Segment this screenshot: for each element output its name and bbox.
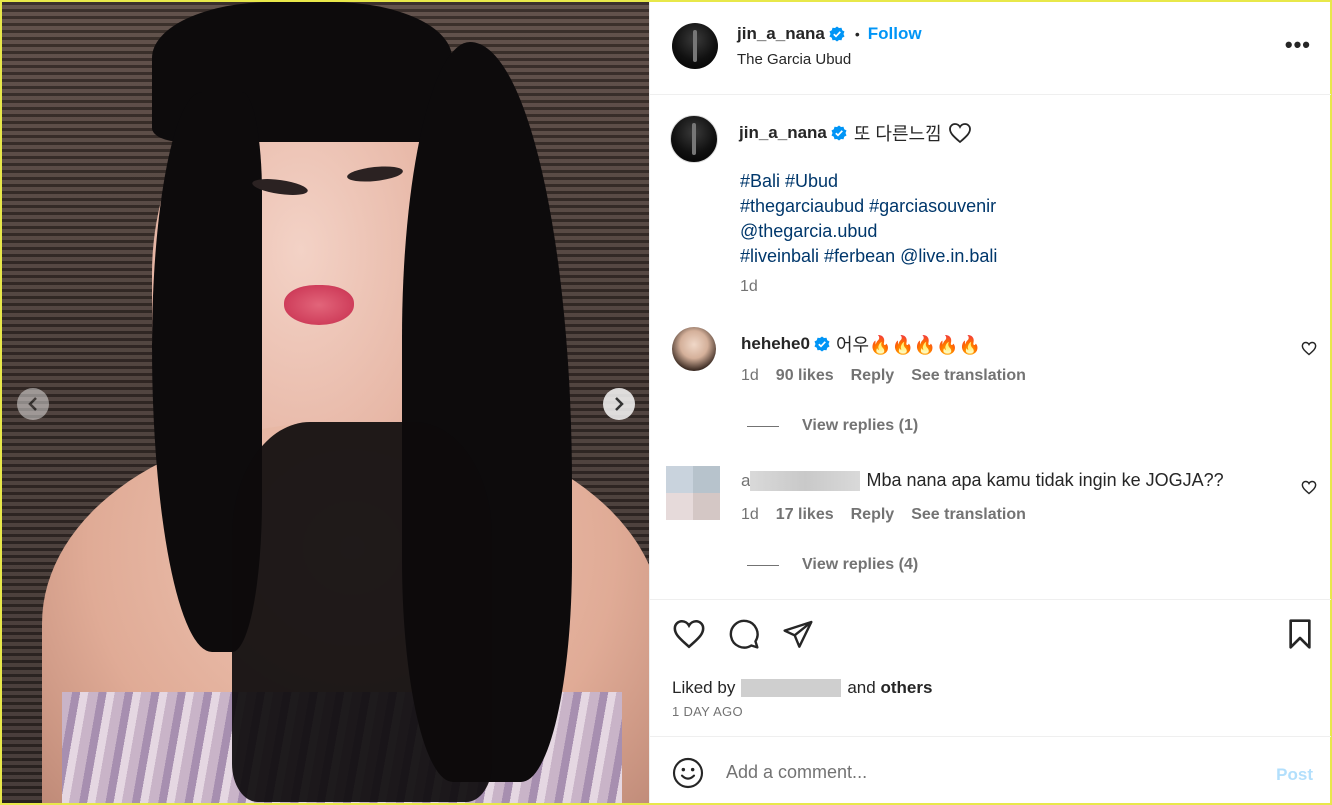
reply-button[interactable]: Reply xyxy=(851,367,895,385)
caption-line: jin_a_nana 또 다른느낌 xyxy=(739,120,972,146)
commenter-avatar[interactable] xyxy=(672,327,716,371)
view-replies-label: View replies (4) xyxy=(802,556,919,573)
chevron-right-icon[interactable] xyxy=(603,388,635,420)
see-translation-button[interactable]: See translation xyxy=(911,367,1026,385)
comment-likes[interactable]: 17 likes xyxy=(776,506,834,524)
comment-text: 어우🔥🔥🔥🔥🔥 xyxy=(835,335,982,355)
reply-button[interactable]: Reply xyxy=(851,506,895,524)
hashtag-line[interactable]: #Bali #Ubud xyxy=(740,169,997,194)
commenter-username[interactable]: a xyxy=(741,471,750,491)
post-photo[interactable] xyxy=(2,2,649,803)
caption-text: 또 다른느낌 xyxy=(853,124,942,144)
separator-dot: • xyxy=(854,26,860,42)
action-bar xyxy=(650,599,1331,669)
hashtag-line[interactable]: #thegarciaubud #garciasouvenir xyxy=(740,194,997,219)
bookmark-icon[interactable] xyxy=(1286,618,1314,650)
author-avatar[interactable] xyxy=(672,23,718,69)
comment-text-line: a Mba nana apa kamu tidak ingin ke JOGJA… xyxy=(741,470,1224,491)
more-options-icon[interactable]: ••• xyxy=(1285,32,1311,58)
photo-lips xyxy=(284,285,354,325)
post-timestamp[interactable]: 1 DAY AGO xyxy=(672,704,743,719)
view-replies-button[interactable]: View replies (1) xyxy=(747,417,918,435)
caption-author-username[interactable]: jin_a_nana xyxy=(739,123,827,143)
comment-bubble-icon[interactable] xyxy=(728,618,760,650)
heart-icon[interactable] xyxy=(1301,341,1317,356)
view-replies-button[interactable]: View replies (4) xyxy=(747,556,918,574)
follow-button[interactable]: Follow xyxy=(868,24,922,44)
paper-plane-icon[interactable] xyxy=(782,618,814,650)
author-username[interactable]: jin_a_nana xyxy=(737,24,825,44)
chevron-left-icon[interactable] xyxy=(17,388,49,420)
post-location[interactable]: The Garcia Ubud xyxy=(737,51,851,68)
commenter-username[interactable]: hehehe0 xyxy=(741,334,810,354)
caption-timestamp[interactable]: 1d xyxy=(740,278,758,296)
post-details-panel: jin_a_nana • Follow The Garcia Ubud ••• … xyxy=(649,2,1331,803)
caption-author-avatar[interactable] xyxy=(670,115,718,163)
replies-divider xyxy=(747,425,779,427)
replies-divider xyxy=(747,564,779,566)
redacted-liker xyxy=(741,679,842,697)
author-line: jin_a_nana • Follow xyxy=(737,24,922,44)
verified-badge-icon xyxy=(814,336,830,352)
smiley-icon[interactable] xyxy=(672,757,704,789)
view-replies-label: View replies (1) xyxy=(802,417,919,434)
hashtag-line[interactable]: @thegarcia.ubud xyxy=(740,219,997,244)
redacted-username xyxy=(750,470,861,491)
comment-timestamp[interactable]: 1d xyxy=(741,367,759,385)
liked-by-others[interactable]: others xyxy=(880,678,932,698)
post-header: jin_a_nana • Follow The Garcia Ubud ••• xyxy=(650,2,1331,95)
comment-input[interactable] xyxy=(726,759,1246,785)
heart-icon[interactable] xyxy=(1301,480,1317,495)
comment-meta: 1d 17 likes Reply See translation xyxy=(741,506,1043,524)
post-comment-button[interactable]: Post xyxy=(1276,765,1313,785)
verified-badge-icon xyxy=(831,125,847,141)
liked-by-line: Liked by and others xyxy=(672,678,932,698)
see-translation-button[interactable]: See translation xyxy=(911,506,1026,524)
caption-hashtags: #Bali #Ubud #thegarciaubud #garciasouven… xyxy=(740,169,997,269)
comment-composer: Post xyxy=(650,736,1331,803)
comment-likes[interactable]: 90 likes xyxy=(776,367,834,385)
commenter-avatar[interactable] xyxy=(666,466,720,520)
liked-by-prefix: Liked by xyxy=(672,678,736,697)
comment-text-line: hehehe0 어우🔥🔥🔥🔥🔥 xyxy=(741,331,981,357)
heart-icon[interactable] xyxy=(672,618,706,650)
comment-meta: 1d 90 likes Reply See translation xyxy=(741,367,1043,385)
comment-text: Mba nana apa kamu tidak ingin ke JOGJA?? xyxy=(866,470,1224,490)
comment-timestamp[interactable]: 1d xyxy=(741,506,759,524)
heart-outline-icon xyxy=(948,123,971,144)
verified-badge-icon xyxy=(829,26,845,42)
hashtag-line[interactable]: #liveinbali #ferbean @live.in.bali xyxy=(740,244,997,269)
photo-hair xyxy=(232,422,492,802)
liked-by-and: and xyxy=(847,678,876,697)
